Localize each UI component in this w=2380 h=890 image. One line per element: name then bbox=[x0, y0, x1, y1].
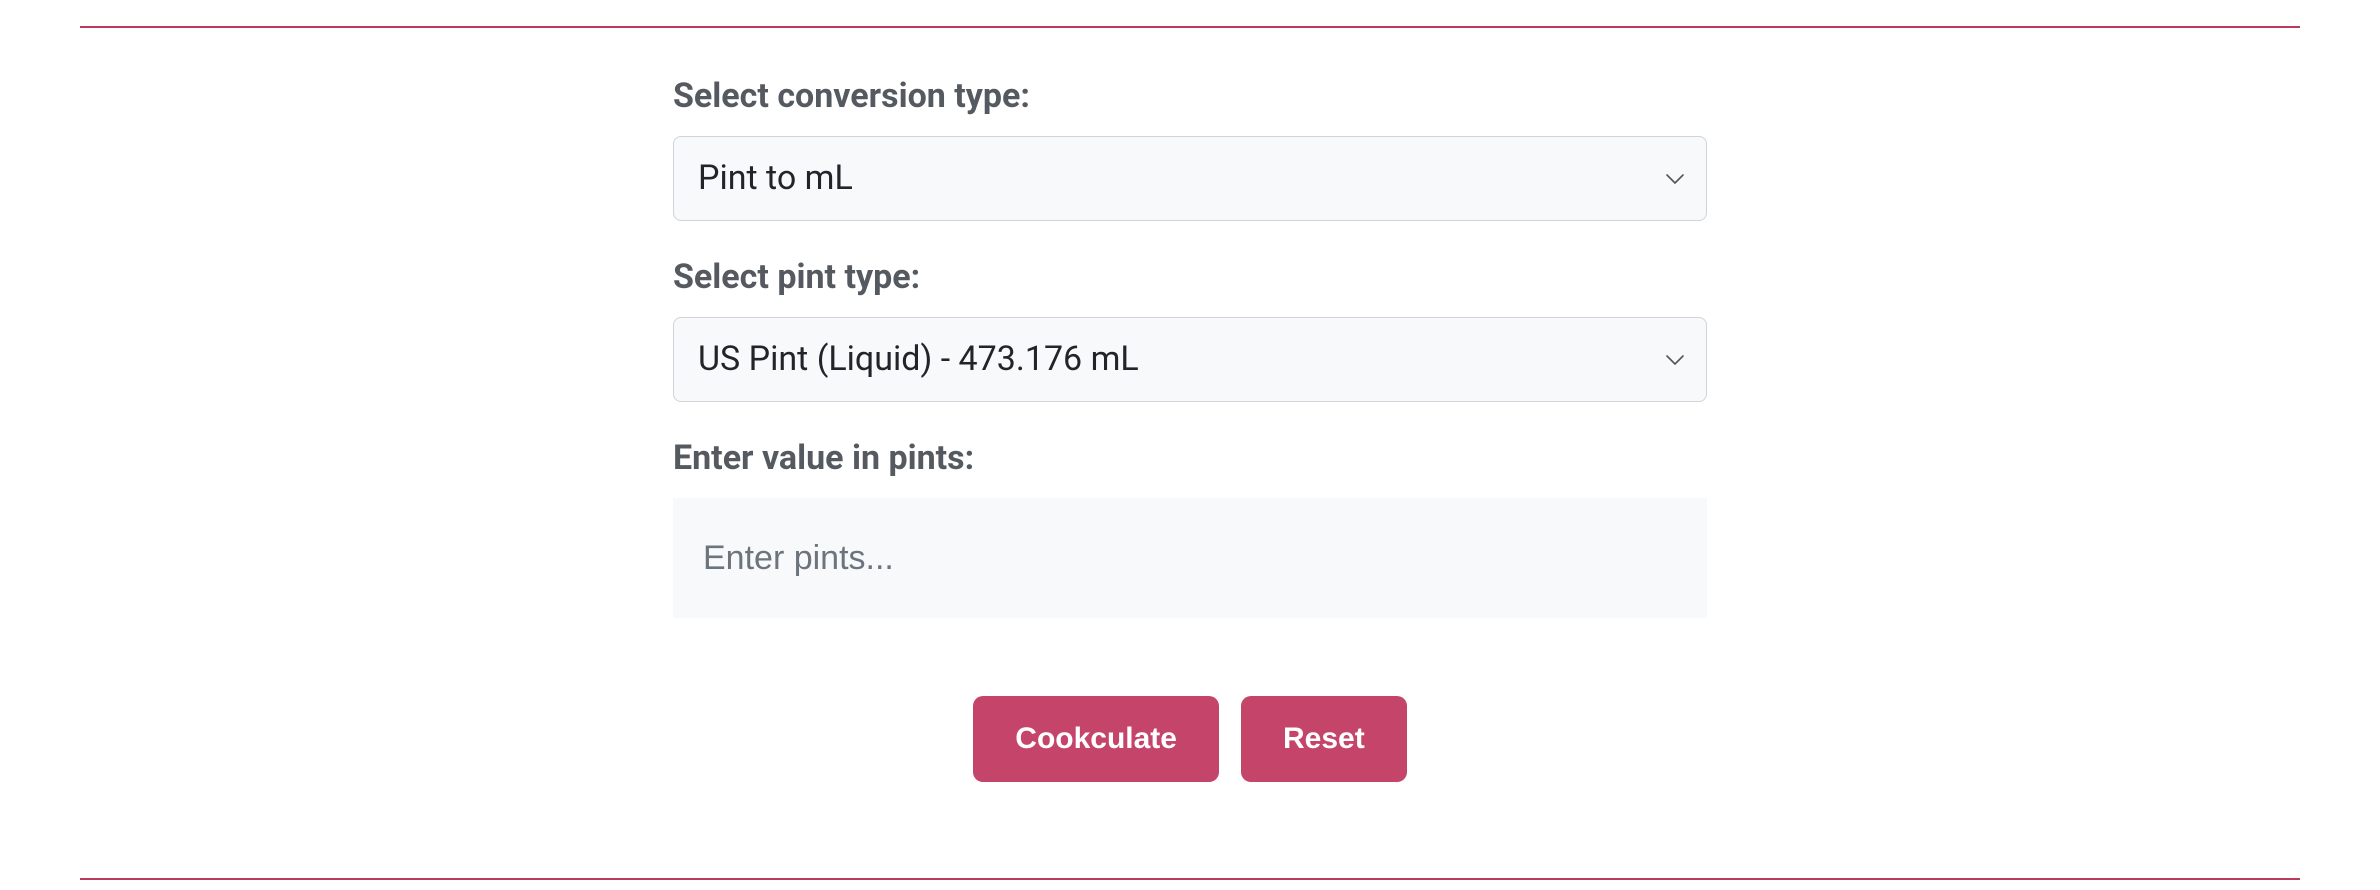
reset-button[interactable]: Reset bbox=[1241, 696, 1407, 782]
conversion-type-select-wrap: Pint to mL bbox=[673, 136, 1707, 221]
pints-input[interactable] bbox=[673, 498, 1707, 618]
divider-top bbox=[80, 26, 2300, 28]
conversion-type-group: Select conversion type: Pint to mL bbox=[673, 76, 1707, 221]
button-row: Cookculate Reset bbox=[673, 696, 1707, 782]
pint-type-select[interactable]: US Pint (Liquid) - 473.176 mL bbox=[673, 317, 1707, 402]
value-input-group: Enter value in pints: bbox=[673, 438, 1707, 618]
cookculate-button[interactable]: Cookculate bbox=[973, 696, 1219, 782]
pint-type-group: Select pint type: US Pint (Liquid) - 473… bbox=[673, 257, 1707, 402]
divider-bottom bbox=[80, 878, 2300, 880]
conversion-type-select[interactable]: Pint to mL bbox=[673, 136, 1707, 221]
conversion-type-label: Select conversion type: bbox=[673, 76, 1707, 116]
value-input-label: Enter value in pints: bbox=[673, 438, 1707, 478]
pint-type-select-wrap: US Pint (Liquid) - 473.176 mL bbox=[673, 317, 1707, 402]
conversion-form: Select conversion type: Pint to mL Selec… bbox=[673, 76, 1707, 782]
pint-type-label: Select pint type: bbox=[673, 257, 1707, 297]
